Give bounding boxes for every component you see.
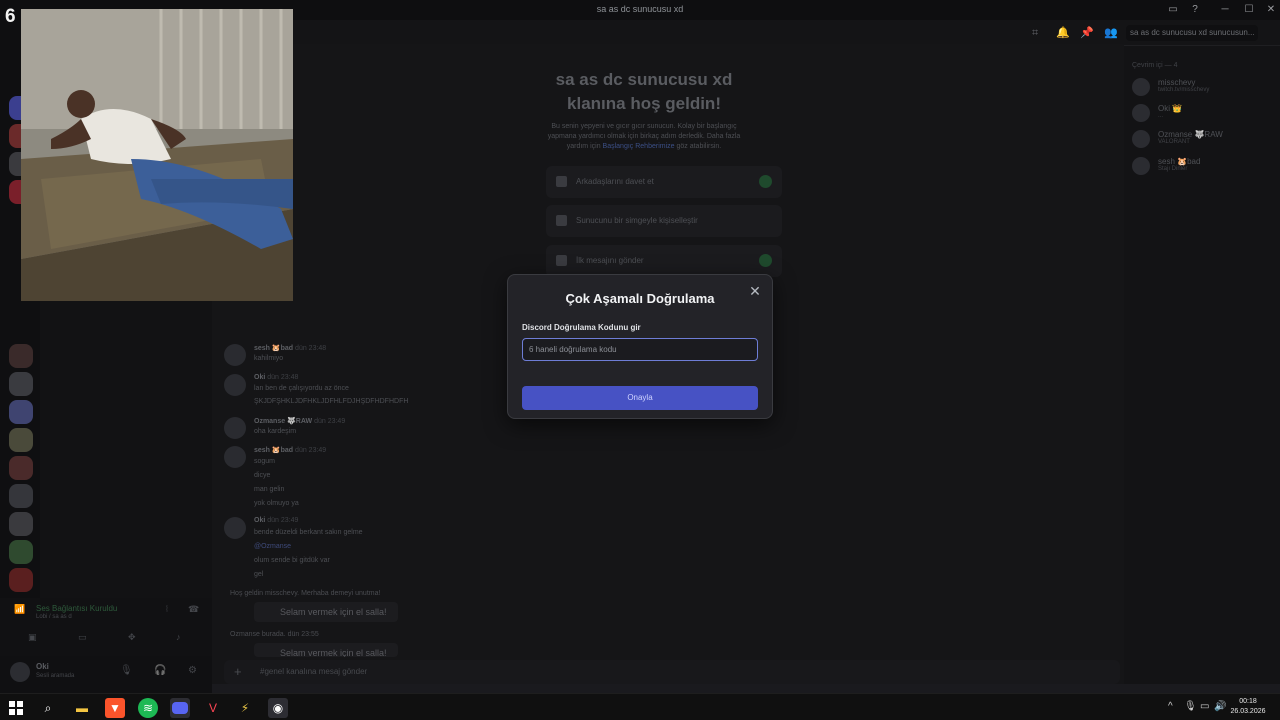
voice-status: Ses Bağlantısı Kuruldu: [36, 604, 118, 613]
disconnect-icon[interactable]: ☎: [188, 604, 199, 615]
welcome-title-1: sa as dc sunucusu xd: [555, 70, 733, 89]
code-field-label: Discord Doğrulama Kodunu gir: [522, 323, 641, 332]
pin-icon[interactable]: 📌: [1080, 27, 1094, 39]
welcome-description: Bu senin yepyeni ve gıcır gıcır sunucun.…: [547, 123, 741, 150]
server-icon[interactable]: [9, 484, 33, 508]
overlay-counter: 6: [5, 6, 16, 27]
invite-friends-item[interactable]: Arkadaşlarını davet et: [546, 166, 782, 198]
server-icon[interactable]: [9, 344, 33, 368]
avatar: [1132, 78, 1150, 96]
check-icon: [759, 175, 772, 188]
customize-icon-item[interactable]: Sunucunu bir simgeyle kişiselleştir: [546, 205, 782, 237]
members-header: Çevrim içi — 4: [1132, 62, 1178, 69]
overlay-photo: [21, 9, 293, 301]
close-window-button[interactable]: ✕: [1264, 3, 1278, 17]
system-message: Ozmanse burada. dün 23:55: [230, 631, 319, 638]
help-icon[interactable]: ?: [1188, 3, 1202, 17]
verification-code-input[interactable]: [522, 338, 758, 361]
app-icon[interactable]: ⚡: [235, 698, 255, 718]
gear-icon[interactable]: ⚙: [188, 665, 197, 676]
first-message-item[interactable]: İlk mesajını gönder: [546, 245, 782, 277]
maximize-button[interactable]: ☐: [1242, 3, 1256, 17]
avatar[interactable]: [10, 662, 30, 682]
avatar: [1132, 104, 1150, 122]
user-panel: Oki Sesli aramada 🎙 🎧 ⚙: [0, 656, 212, 693]
close-icon[interactable]: ✕: [748, 284, 762, 298]
taskbar: ⌕ ▬ ▼ ≋ V ⚡ ◉ ^ 🎙 ▭ 🔊 00:18 26.03.2026: [0, 693, 1280, 720]
network-icon[interactable]: ▭: [1200, 701, 1209, 712]
welcome-title-2: klanına hoş geldin!: [567, 94, 721, 113]
composer-placeholder: #genel kanalına mesaj gönder: [260, 667, 368, 676]
channel-header: ⌗ 🔔 📌 👥 sa as dc sunucusu xd sunucusun..…: [212, 20, 1280, 46]
spotify-icon[interactable]: ≋: [138, 698, 158, 718]
plus-icon[interactable]: +: [234, 664, 242, 679]
screen-share-icon[interactable]: ▭: [78, 632, 87, 643]
check-icon: [759, 254, 772, 267]
voice-channel[interactable]: Lobi / sa as d: [36, 614, 72, 620]
wave-button[interactable]: Selam vermek için el salla!: [254, 643, 398, 657]
mic-icon[interactable]: 🎙: [120, 665, 133, 676]
signal-icon: 📶: [14, 604, 26, 614]
soundboard-icon[interactable]: ♪: [176, 632, 181, 642]
avatar[interactable]: [224, 417, 246, 439]
noise-icon[interactable]: ⦚: [166, 604, 168, 615]
volume-icon[interactable]: 🔊: [1214, 701, 1226, 712]
bell-icon[interactable]: 🔔: [1056, 27, 1070, 39]
server-icon[interactable]: [9, 372, 33, 396]
inbox-icon[interactable]: ▭: [1166, 3, 1180, 17]
activity-icon[interactable]: ✥: [128, 632, 136, 643]
server-icon[interactable]: [9, 400, 33, 424]
clock-date: 26.03.2026: [1230, 708, 1266, 715]
user-status: Sesli aramada: [36, 673, 75, 679]
server-icon[interactable]: [9, 512, 33, 536]
palette-icon: [556, 215, 567, 226]
server-icon[interactable]: [9, 456, 33, 480]
message-composer[interactable]: + #genel kanalına mesaj gönder: [224, 660, 1120, 684]
discord-icon[interactable]: [170, 698, 190, 718]
search-icon[interactable]: ⌕: [38, 698, 58, 718]
threads-icon[interactable]: ⌗: [1032, 27, 1044, 39]
send-icon: [556, 255, 567, 266]
system-clock[interactable]: 00:18 26.03.2026: [1226, 697, 1270, 717]
system-message: Hoş geldin misschevy. Merhaba demeyi unu…: [230, 590, 381, 597]
user-name[interactable]: Oki: [36, 662, 49, 671]
message-author[interactable]: sesh 🐹bad dün 23:49: [254, 446, 326, 454]
game-character-image: [21, 9, 293, 301]
mic-icon[interactable]: 🎙: [1184, 701, 1197, 712]
brave-browser-icon[interactable]: ▼: [105, 698, 125, 718]
clock-time: 00:18: [1239, 698, 1257, 705]
members-icon[interactable]: 👥: [1104, 27, 1118, 39]
avatar: [1132, 130, 1150, 148]
wave-button[interactable]: Selam vermek için el salla!: [254, 602, 398, 622]
welcome-section: sa as dc sunucusu xd klanına hoş geldin! …: [544, 68, 744, 152]
invite-icon: [556, 176, 567, 187]
avatar: [1132, 157, 1150, 175]
avatar[interactable]: [224, 446, 246, 468]
message-author[interactable]: Oki dün 23:49: [254, 517, 298, 524]
file-explorer-icon[interactable]: ▬: [72, 698, 92, 718]
message-author[interactable]: Ozmanse 🐺RAW dün 23:49: [254, 417, 345, 425]
camera-icon[interactable]: ▣: [28, 632, 37, 643]
dialog-title: Çok Aşamalı Doğrulama: [565, 291, 715, 306]
mfa-dialog: Çok Aşamalı Doğrulama ✕ Discord Doğrulam…: [507, 274, 773, 419]
confirm-button[interactable]: Onayla: [522, 386, 758, 410]
valorant-icon[interactable]: V: [203, 698, 223, 718]
server-icon[interactable]: [9, 540, 33, 564]
obs-icon[interactable]: ◉: [268, 698, 288, 718]
avatar[interactable]: [224, 374, 246, 396]
guide-link[interactable]: Başlangıç Rehberimize: [603, 143, 675, 150]
minimize-button[interactable]: ─: [1218, 3, 1232, 17]
message-author[interactable]: sesh 🐹bad dün 23:48: [254, 344, 326, 352]
voice-panel: 📶 Ses Bağlantısı Kuruldu Lobi / sa as d …: [0, 598, 212, 656]
chevron-up-icon[interactable]: ^: [1168, 701, 1173, 712]
search-input[interactable]: sa as dc sunucusu xd sunucusun...: [1126, 25, 1258, 41]
server-icon[interactable]: [9, 428, 33, 452]
message-author[interactable]: Oki dün 23:48: [254, 374, 298, 381]
avatar[interactable]: [224, 344, 246, 366]
avatar[interactable]: [224, 517, 246, 539]
headphones-icon[interactable]: 🎧: [154, 665, 166, 676]
mention[interactable]: @Ozmanse: [254, 543, 291, 550]
server-icon[interactable]: [9, 568, 33, 592]
windows-start-icon[interactable]: [6, 698, 26, 718]
